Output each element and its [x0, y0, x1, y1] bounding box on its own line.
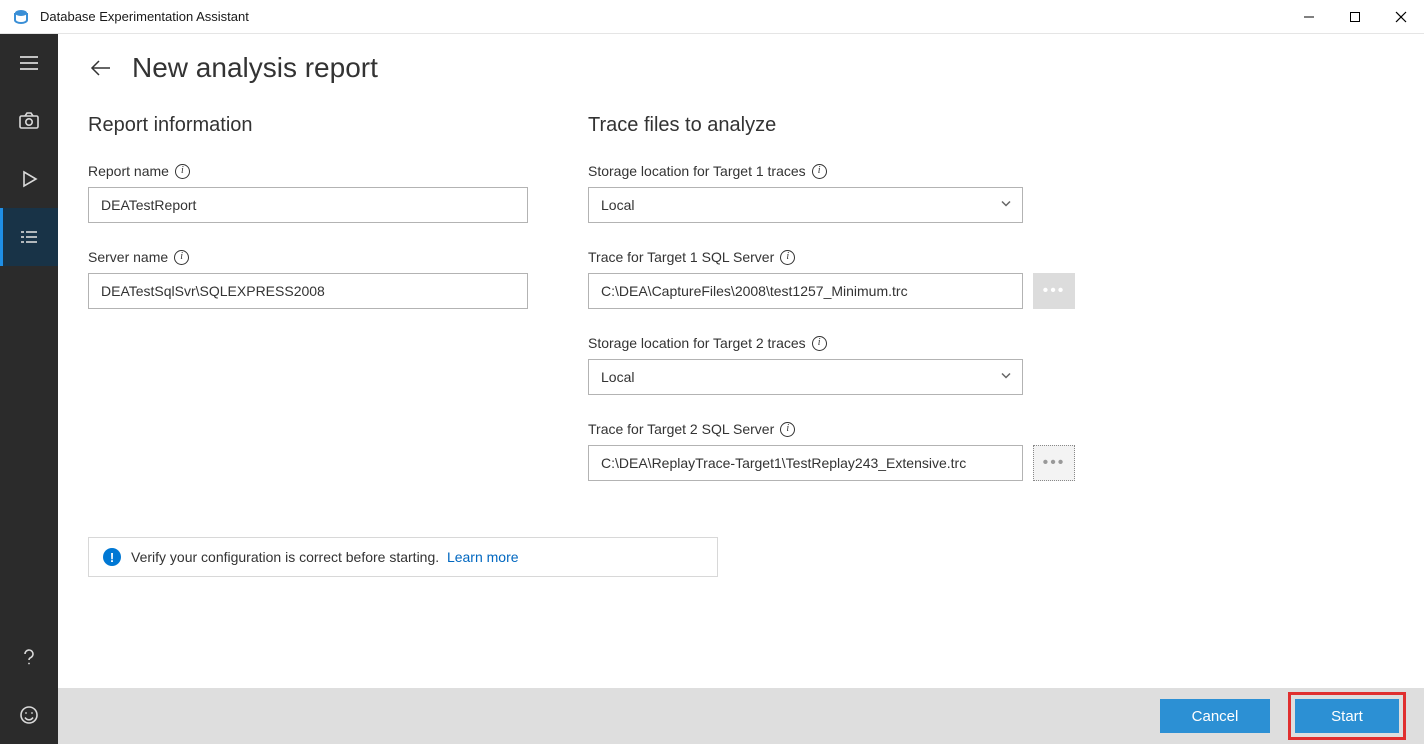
ellipsis-icon: ••• — [1043, 455, 1066, 471]
sidebar-feedback-icon[interactable] — [0, 686, 58, 744]
page-header: New analysis report — [88, 52, 1394, 84]
trace1-input[interactable] — [588, 273, 1023, 309]
sidebar-capture-icon[interactable] — [0, 92, 58, 150]
back-arrow-icon[interactable] — [88, 55, 114, 81]
start-button-highlight: Start — [1288, 692, 1406, 740]
info-icon[interactable]: i — [812, 164, 827, 179]
info-icon[interactable]: i — [780, 422, 795, 437]
info-banner: ! Verify your configuration is correct b… — [88, 537, 718, 577]
info-badge-icon: ! — [103, 548, 121, 566]
storage1-label: Storage location for Target 1 traces — [588, 163, 806, 179]
trace2-input[interactable] — [588, 445, 1023, 481]
window-minimize-button[interactable] — [1286, 0, 1332, 34]
sidebar-reports-icon[interactable] — [0, 208, 58, 266]
info-icon[interactable]: i — [175, 164, 190, 179]
sidebar-help-icon[interactable] — [0, 628, 58, 686]
report-name-input[interactable] — [88, 187, 528, 223]
sidebar-hamburger[interactable] — [0, 34, 58, 92]
window-title: Database Experimentation Assistant — [40, 9, 249, 24]
storage1-select[interactable] — [588, 187, 1023, 223]
learn-more-link[interactable]: Learn more — [447, 549, 519, 565]
main-content: New analysis report Report information R… — [58, 34, 1424, 744]
storage2-label: Storage location for Target 2 traces — [588, 335, 806, 351]
info-icon[interactable]: i — [780, 250, 795, 265]
report-name-label: Report name — [88, 163, 169, 179]
section-heading-report-info: Report information — [88, 114, 528, 137]
trace2-label: Trace for Target 2 SQL Server — [588, 421, 774, 437]
ellipsis-icon: ••• — [1043, 283, 1066, 299]
window-close-button[interactable] — [1378, 0, 1424, 34]
sidebar-play-icon[interactable] — [0, 150, 58, 208]
banner-message: Verify your configuration is correct bef… — [131, 549, 439, 565]
info-icon[interactable]: i — [174, 250, 189, 265]
section-heading-trace: Trace files to analyze — [588, 114, 1078, 137]
sidebar — [0, 34, 58, 744]
trace1-label: Trace for Target 1 SQL Server — [588, 249, 774, 265]
report-information-section: Report information Report name i Server … — [88, 114, 528, 507]
storage2-select[interactable] — [588, 359, 1023, 395]
start-button[interactable]: Start — [1295, 699, 1399, 733]
browse-trace1-button[interactable]: ••• — [1033, 273, 1075, 309]
page-title: New analysis report — [132, 52, 378, 84]
server-name-input[interactable] — [88, 273, 528, 309]
app-icon — [10, 6, 32, 28]
cancel-button[interactable]: Cancel — [1160, 699, 1270, 733]
window-maximize-button[interactable] — [1332, 0, 1378, 34]
window-titlebar: Database Experimentation Assistant — [0, 0, 1424, 34]
info-icon[interactable]: i — [812, 336, 827, 351]
browse-trace2-button[interactable]: ••• — [1033, 445, 1075, 481]
server-name-label: Server name — [88, 249, 168, 265]
footer-bar: Cancel Start — [58, 688, 1424, 744]
trace-files-section: Trace files to analyze Storage location … — [588, 114, 1078, 507]
